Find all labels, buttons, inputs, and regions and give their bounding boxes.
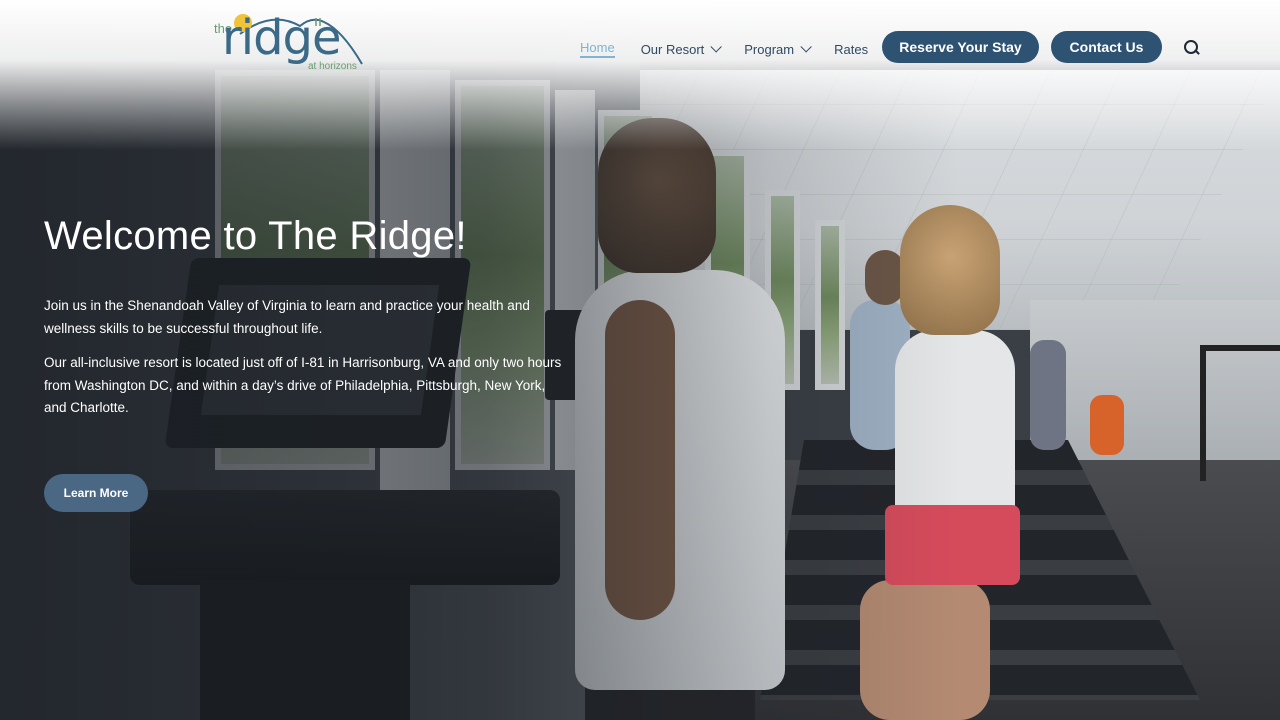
nav-item-label: Our Resort bbox=[640, 41, 705, 57]
site-logo[interactable]: the ridge at horizons bbox=[212, 10, 372, 76]
nav-item-label: Rates bbox=[834, 41, 869, 57]
nav-item-program[interactable]: Program bbox=[744, 41, 812, 57]
site-header: the ridge at horizons Home Our Resort Pr… bbox=[0, 0, 1280, 95]
contact-us-button[interactable]: Contact Us bbox=[1051, 31, 1162, 63]
search-icon-handle bbox=[1194, 49, 1200, 55]
nav-item-label: Home bbox=[580, 40, 615, 55]
nav-item-label: Program bbox=[744, 41, 795, 57]
nav-item-rates[interactable]: Rates bbox=[834, 42, 868, 57]
learn-more-button[interactable]: Learn More bbox=[44, 474, 148, 512]
logo-tagline: at horizons bbox=[308, 61, 357, 72]
logo-wordmark: ridge bbox=[222, 10, 342, 66]
nav-item-home[interactable]: Home bbox=[580, 40, 615, 58]
hero-paragraph: Our all-inclusive resort is located just… bbox=[44, 355, 562, 415]
nav-item-our-resort[interactable]: Our Resort bbox=[640, 41, 723, 57]
hero-paragraph: Join us in the Shenandoah Valley of Virg… bbox=[44, 298, 530, 336]
main-nav: Home Our Resort Program Rates bbox=[580, 40, 894, 58]
chevron-down-icon bbox=[710, 41, 723, 53]
reserve-your-stay-button[interactable]: Reserve Your Stay bbox=[882, 31, 1039, 63]
hero-title: Welcome to The Ridge! bbox=[44, 214, 467, 258]
search-icon[interactable] bbox=[1184, 40, 1200, 56]
chevron-down-icon bbox=[800, 41, 812, 53]
